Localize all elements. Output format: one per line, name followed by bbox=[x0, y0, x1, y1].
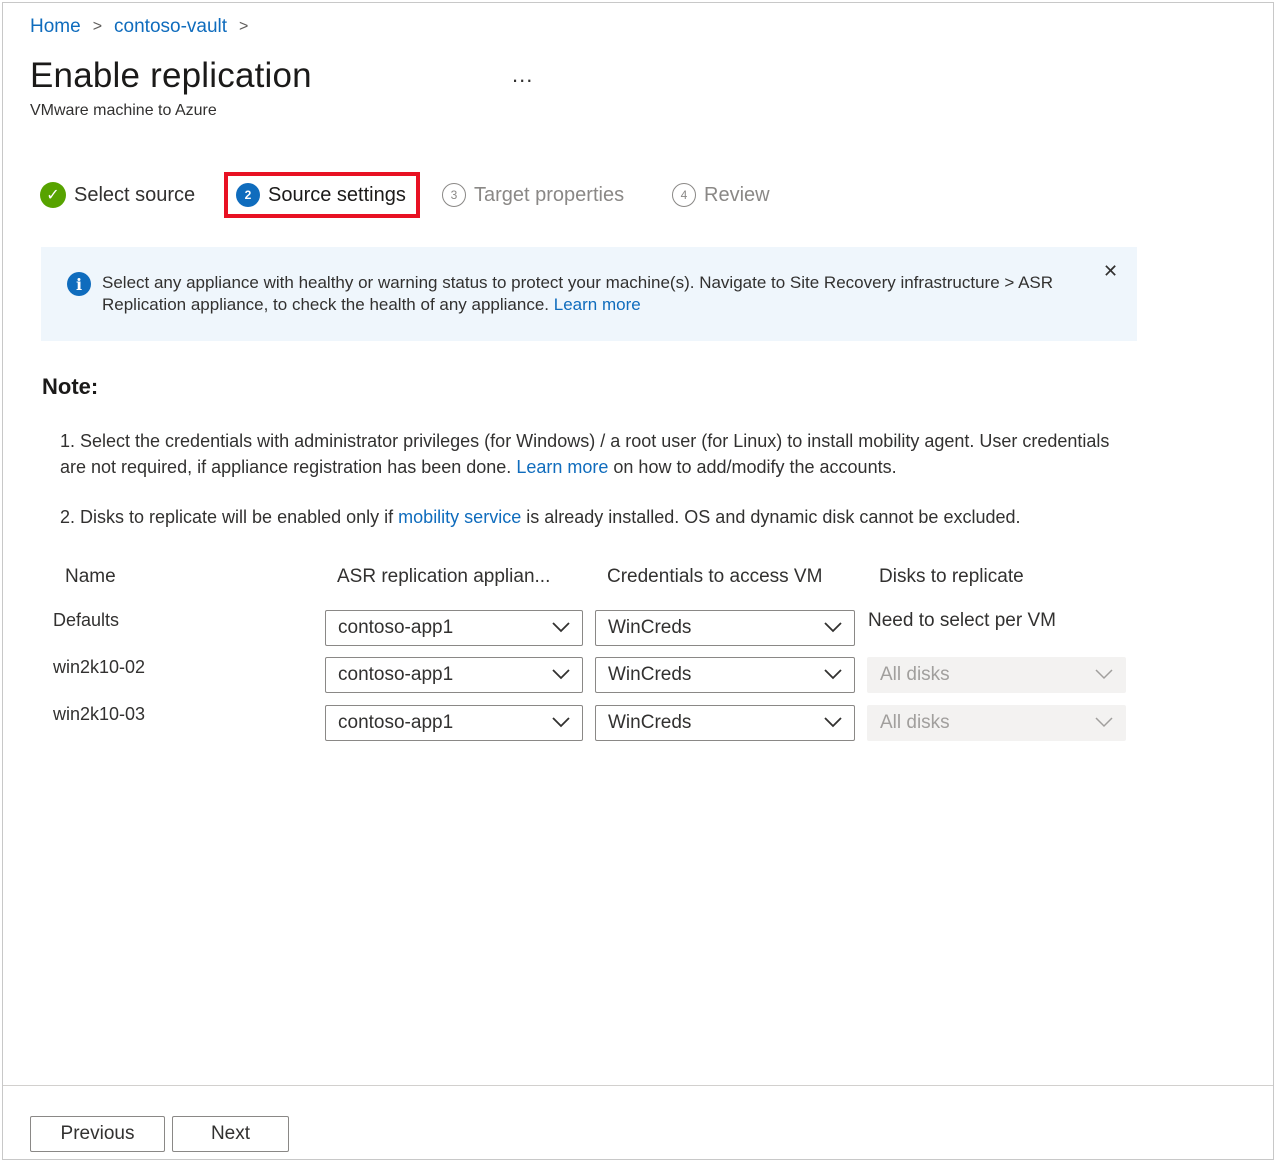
info-icon: i bbox=[67, 272, 91, 296]
breadcrumb-home-link[interactable]: Home bbox=[30, 16, 81, 38]
close-icon[interactable]: ✕ bbox=[1103, 261, 1118, 282]
previous-button[interactable]: Previous bbox=[30, 1116, 165, 1152]
info-message-text: Select any appliance with healthy or war… bbox=[102, 272, 1092, 316]
chevron-down-icon bbox=[1095, 669, 1113, 680]
step-label: Target properties bbox=[474, 183, 625, 206]
chevron-down-icon bbox=[552, 717, 570, 728]
chevron-right-icon: > bbox=[92, 18, 103, 35]
note-learn-more-link[interactable]: Learn more bbox=[516, 457, 608, 477]
chevron-right-icon: > bbox=[239, 18, 249, 35]
step-label: Select source bbox=[74, 183, 196, 206]
chevron-down-icon bbox=[552, 622, 570, 633]
mobility-service-link[interactable]: mobility service bbox=[398, 507, 521, 527]
chevron-down-icon bbox=[824, 622, 842, 633]
note-number: 1. bbox=[60, 431, 76, 451]
note-item-2: 2. Disks to replicate will be enabled onl… bbox=[60, 504, 1110, 530]
note-heading: Note: bbox=[42, 374, 99, 399]
page-title: Enable replication bbox=[30, 56, 312, 95]
checkmark-icon: ✓ bbox=[40, 182, 66, 208]
credentials-dropdown[interactable]: WinCreds bbox=[595, 705, 855, 741]
column-header-appliance: ASR replication applian... bbox=[337, 566, 551, 587]
disks-default-text: Need to select per VM bbox=[868, 610, 1056, 631]
dropdown-value: WinCreds bbox=[608, 617, 692, 638]
note-text: is already installed. OS and dynamic dis… bbox=[526, 507, 1021, 527]
step-target-properties[interactable]: 3 Target properties bbox=[442, 172, 624, 218]
step-select-source[interactable]: ✓ Select source bbox=[40, 172, 195, 218]
appliance-dropdown[interactable]: contoso-app1 bbox=[325, 705, 583, 741]
breadcrumb: Home > contoso-vault > bbox=[30, 16, 260, 38]
note-text: Disks to replicate will be enabled only … bbox=[80, 507, 394, 527]
credentials-dropdown[interactable]: WinCreds bbox=[595, 610, 855, 646]
credentials-dropdown[interactable]: WinCreds bbox=[595, 657, 855, 693]
info-message-bar: i Select any appliance with healthy or w… bbox=[41, 247, 1137, 341]
dropdown-value: All disks bbox=[880, 712, 950, 733]
info-learn-more-link[interactable]: Learn more bbox=[554, 295, 641, 314]
chevron-down-icon bbox=[1095, 717, 1113, 728]
step-source-settings[interactable]: 2 Source settings bbox=[224, 172, 420, 218]
column-header-disks: Disks to replicate bbox=[879, 566, 1024, 587]
column-header-name: Name bbox=[65, 566, 116, 587]
dropdown-value: contoso-app1 bbox=[338, 712, 454, 733]
disks-dropdown: All disks bbox=[867, 657, 1126, 693]
more-options-button[interactable]: ... bbox=[512, 62, 533, 88]
row-name-defaults: Defaults bbox=[53, 610, 120, 630]
step-number-icon: 2 bbox=[236, 183, 260, 207]
dropdown-value: WinCreds bbox=[608, 712, 692, 733]
dropdown-value: contoso-app1 bbox=[338, 617, 454, 638]
footer-divider bbox=[3, 1085, 1273, 1086]
disks-dropdown: All disks bbox=[867, 705, 1126, 741]
step-label: Source settings bbox=[268, 183, 406, 206]
column-header-credentials: Credentials to access VM bbox=[607, 566, 823, 587]
step-label: Review bbox=[704, 183, 770, 206]
step-number-icon: 3 bbox=[442, 183, 466, 207]
dropdown-value: All disks bbox=[880, 664, 950, 685]
appliance-dropdown[interactable]: contoso-app1 bbox=[325, 610, 583, 646]
chevron-down-icon bbox=[552, 669, 570, 680]
note-item-1: 1. Select the credentials with administra… bbox=[60, 428, 1110, 480]
step-number-icon: 4 bbox=[672, 183, 696, 207]
dropdown-value: WinCreds bbox=[608, 664, 692, 685]
note-number: 2. bbox=[60, 507, 76, 527]
appliance-dropdown[interactable]: contoso-app1 bbox=[325, 657, 583, 693]
chevron-down-icon bbox=[824, 717, 842, 728]
step-review[interactable]: 4 Review bbox=[672, 172, 770, 218]
row-name-vm: win2k10-02 bbox=[53, 657, 146, 677]
next-button[interactable]: Next bbox=[172, 1116, 289, 1152]
breadcrumb-vault-link[interactable]: contoso-vault bbox=[114, 16, 227, 38]
dropdown-value: contoso-app1 bbox=[338, 664, 454, 685]
wizard-steps: ✓ Select source 2 Source settings 3 Targ… bbox=[40, 172, 800, 218]
chevron-down-icon bbox=[824, 669, 842, 680]
page-subtitle: VMware machine to Azure bbox=[30, 102, 217, 119]
note-text: on how to add/modify the accounts. bbox=[613, 457, 897, 477]
row-name-vm: win2k10-03 bbox=[53, 704, 146, 724]
